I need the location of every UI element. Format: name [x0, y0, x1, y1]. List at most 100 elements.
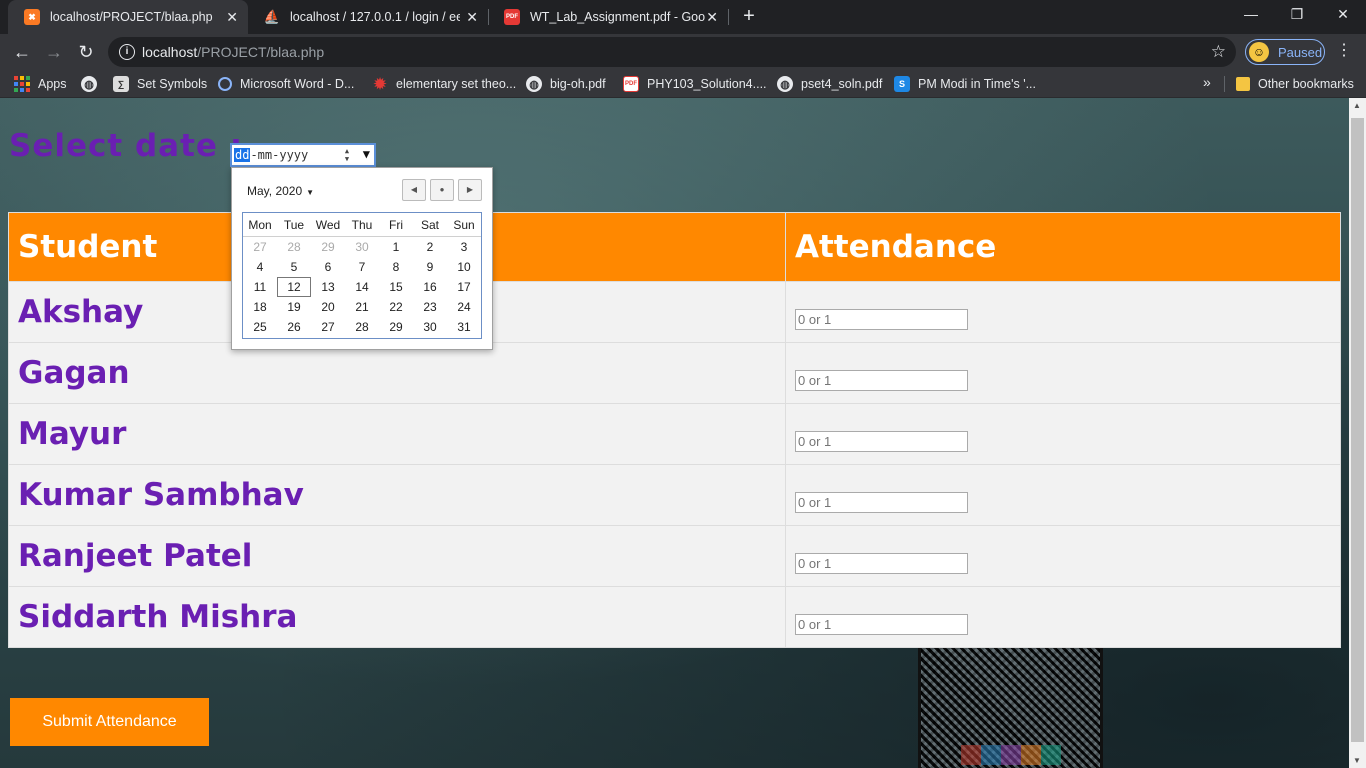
date-day-segment[interactable]: dd	[234, 148, 251, 162]
calendar-day[interactable]: 23	[413, 297, 447, 317]
globe-icon: ◍	[526, 76, 542, 92]
month-year-selector[interactable]: May, 2020 ▼	[247, 184, 314, 198]
bookmark-pset4[interactable]: ◍ pset4_soln.pdf	[777, 75, 882, 93]
bookmark-globe[interactable]: ◍	[81, 75, 105, 93]
attendance-input[interactable]	[795, 491, 968, 513]
select-date-label: Select date :	[9, 128, 244, 164]
header-attendance: Attendance	[785, 212, 1341, 282]
close-tab-icon[interactable]: ✕	[706, 9, 718, 25]
calendar-day[interactable]: 2	[413, 237, 447, 257]
calendar-day[interactable]: 27	[311, 317, 345, 337]
calendar-day[interactable]: 3	[447, 237, 481, 257]
close-tab-icon[interactable]: ✕	[226, 9, 238, 25]
calendar-grid: Mon Tue Wed Thu Fri Sat Sun 27 28 29 30 1 2 3 4 5 6 7 8 9 1…	[242, 212, 482, 339]
back-button[interactable]: ←	[10, 40, 34, 64]
scrollbar-thumb[interactable]	[1351, 118, 1364, 742]
profile-button[interactable]: ☺ Paused	[1245, 39, 1325, 65]
calendar-day[interactable]: 28	[277, 237, 311, 257]
minimize-button[interactable]: —	[1228, 0, 1274, 30]
url-text: localhost/PROJECT/blaa.php	[142, 44, 325, 60]
student-name: Siddarth Mishra	[8, 586, 786, 648]
restore-button[interactable]: ❐	[1274, 0, 1320, 30]
set-symbols-icon: ∑	[113, 76, 129, 92]
calendar-day[interactable]: 16	[413, 277, 447, 297]
address-bar[interactable]: i localhost/PROJECT/blaa.php ☆	[108, 37, 1236, 67]
date-spinner-icon[interactable]: ▲ ▼	[342, 147, 352, 163]
bookmark-apps[interactable]: Apps	[14, 75, 67, 93]
calendar-day[interactable]: 28	[345, 317, 379, 337]
bookmark-phy103[interactable]: PDF PHY103_Solution4....	[623, 75, 767, 93]
scroll-up-icon[interactable]: ▲	[1353, 101, 1361, 110]
calendar-day[interactable]: 21	[345, 297, 379, 317]
weekday-label: Fri	[389, 218, 403, 232]
calendar-dropdown-icon[interactable]: ▼	[363, 147, 370, 161]
vertical-scrollbar[interactable]: ▲ ▼	[1349, 98, 1366, 768]
calendar-day[interactable]: 30	[413, 317, 447, 337]
bookmark-big-oh[interactable]: ◍ big-oh.pdf	[526, 75, 606, 93]
next-month-button[interactable]: ▶	[458, 179, 482, 201]
browser-menu-icon[interactable]: ⋮	[1336, 41, 1352, 61]
calendar-day[interactable]: 11	[243, 277, 277, 297]
calendar-day[interactable]: 29	[379, 317, 413, 337]
forward-button[interactable]: →	[42, 40, 66, 64]
calendar-day[interactable]: 10	[447, 257, 481, 277]
calendar-day[interactable]: 1	[379, 237, 413, 257]
tab-blaa-php[interactable]: ✖ localhost/PROJECT/blaa.php ✕	[8, 0, 248, 34]
calendar-day[interactable]: 25	[243, 317, 277, 337]
phpmyadmin-icon: ⛵	[263, 9, 281, 24]
tab-wt-lab-pdf[interactable]: PDF WT_Lab_Assignment.pdf - Google ✕	[488, 0, 728, 34]
s-icon: S	[894, 76, 910, 92]
calendar-day[interactable]: 26	[277, 317, 311, 337]
bookmark-set-symbols[interactable]: ∑ Set Symbols	[113, 75, 207, 93]
calendar-day[interactable]: 14	[345, 277, 379, 297]
calendar-day[interactable]: 27	[243, 237, 277, 257]
calendar-day[interactable]: 15	[379, 277, 413, 297]
calendar-day[interactable]: 20	[311, 297, 345, 317]
bookmark-elementary-set-theory[interactable]: ✹ elementary set theo...	[372, 75, 517, 93]
calendar-day[interactable]: 9	[413, 257, 447, 277]
scroll-down-icon[interactable]: ▼	[1353, 756, 1361, 765]
today-button[interactable]: ●	[430, 179, 454, 201]
bookmark-microsoft-word[interactable]: Microsoft Word - D...	[218, 75, 354, 93]
pdf-icon: PDF	[504, 9, 520, 25]
calendar-day[interactable]: 30	[345, 237, 379, 257]
calendar-day[interactable]: 12	[277, 277, 311, 297]
calendar-day[interactable]: 13	[311, 277, 345, 297]
calendar-day[interactable]: 22	[379, 297, 413, 317]
calendar-day[interactable]: 4	[243, 257, 277, 277]
calendar-day[interactable]: 17	[447, 277, 481, 297]
site-info-icon[interactable]: i	[119, 44, 135, 60]
reload-button[interactable]: ↻	[74, 40, 98, 64]
tab-separator	[728, 9, 729, 25]
attendance-input[interactable]	[795, 369, 968, 391]
close-tab-icon[interactable]: ✕	[466, 9, 478, 25]
attendance-input[interactable]	[795, 430, 968, 452]
calendar-week-row: 18 19 20 21 22 23 24	[243, 297, 481, 317]
calendar-day[interactable]: 31	[447, 317, 481, 337]
calendar-day[interactable]: 24	[447, 297, 481, 317]
new-tab-button[interactable]: +	[738, 5, 760, 27]
date-input[interactable]: dd -mm-yyyy ▲ ▼ ▼	[230, 143, 376, 167]
date-rest-segments[interactable]: -mm-yyyy	[250, 148, 308, 162]
calendar-day[interactable]: 5	[277, 257, 311, 277]
more-bookmarks-icon[interactable]: »	[1203, 74, 1211, 90]
calendar-day[interactable]: 18	[243, 297, 277, 317]
attendance-input[interactable]	[795, 308, 968, 330]
previous-month-button[interactable]: ◀	[402, 179, 426, 201]
weekday-label: Sat	[420, 218, 439, 232]
tab-phpmyadmin[interactable]: ⛵ localhost / 127.0.0.1 / login / ee | ✕	[248, 0, 488, 34]
calendar-day[interactable]: 19	[277, 297, 311, 317]
calendar-day[interactable]: 7	[345, 257, 379, 277]
weekday-label: Thu	[351, 218, 373, 232]
submit-attendance-button[interactable]: Submit Attendance	[10, 698, 209, 746]
calendar-day[interactable]: 8	[379, 257, 413, 277]
table-row: Akshay	[8, 281, 1341, 343]
bookmark-other[interactable]: Other bookmarks	[1236, 75, 1354, 93]
calendar-day[interactable]: 6	[311, 257, 345, 277]
bookmark-pm-modi[interactable]: S PM Modi in Time's '...	[894, 75, 1036, 93]
attendance-input[interactable]	[795, 613, 968, 635]
attendance-input[interactable]	[795, 552, 968, 574]
calendar-day[interactable]: 29	[311, 237, 345, 257]
bookmark-star-icon[interactable]: ☆	[1211, 42, 1226, 62]
close-window-button[interactable]: ✕	[1320, 0, 1366, 30]
